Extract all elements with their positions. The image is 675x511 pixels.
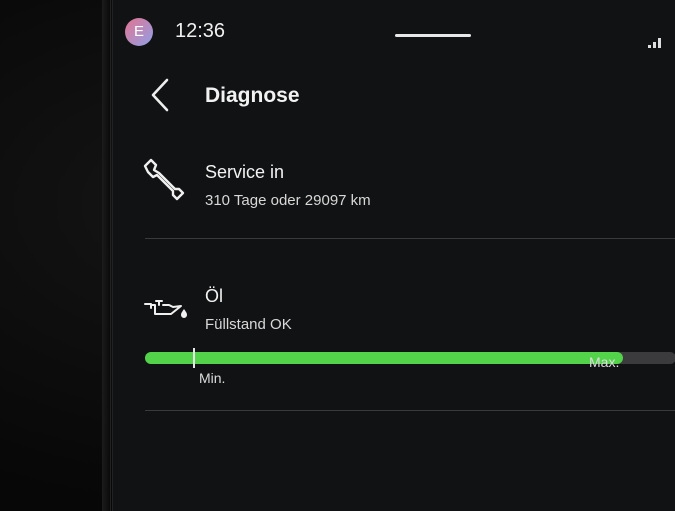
clock: 12:36 <box>175 20 226 42</box>
oil-level-fill <box>145 352 623 364</box>
service-detail: 310 Tage oder 29097 km <box>205 192 371 209</box>
status-bar: E 12:36 <box>113 0 675 62</box>
divider <box>145 238 675 239</box>
infotainment-screen: E 12:36 Diagnose Service in 310 Tage ode… <box>112 0 675 511</box>
oil-title: Öl <box>205 286 223 306</box>
chevron-left-icon[interactable] <box>149 78 171 112</box>
oil-can-icon <box>143 292 189 322</box>
pull-down-handle[interactable] <box>395 34 471 37</box>
max-label: Max. <box>589 354 620 370</box>
min-marker <box>193 348 195 368</box>
signal-strength-icon <box>648 38 662 48</box>
bezel-edge <box>102 0 111 511</box>
wrench-icon <box>139 156 185 202</box>
page-title: Diagnose <box>205 84 300 107</box>
service-title: Service in <box>205 162 285 182</box>
service-row[interactable]: Service in 310 Tage oder 29097 km <box>113 150 675 240</box>
oil-row[interactable]: Öl Füllstand OK <box>113 280 675 340</box>
min-label: Min. <box>199 370 226 386</box>
user-avatar[interactable]: E <box>125 18 153 46</box>
oil-status: Füllstand OK <box>205 316 292 333</box>
divider <box>145 410 675 411</box>
page-header: Diagnose <box>113 70 675 120</box>
